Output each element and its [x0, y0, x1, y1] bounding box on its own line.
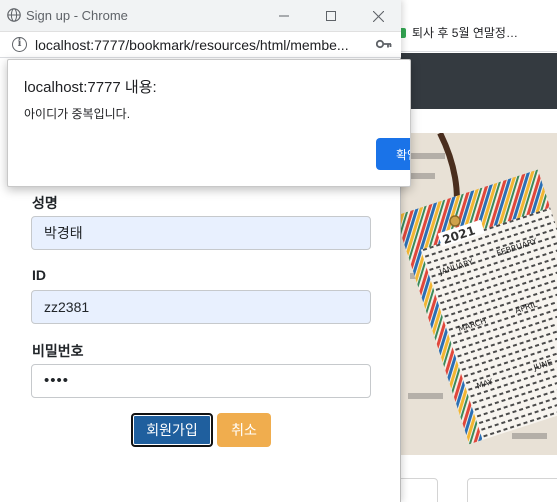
bookmarks-bar: 퇴사 후 5월 연말정…: [396, 14, 557, 52]
dialog-message: 아이디가 중복입니다.: [24, 107, 131, 121]
background-card: [467, 478, 557, 502]
password-label: 비밀번호: [32, 343, 84, 359]
dialog-title: localhost:7777 내용:: [24, 79, 157, 96]
maximize-button[interactable]: [308, 0, 354, 32]
calendar-photo: 2021 JANUARY FEBRUARY MARCH APRIL MAY JU…: [400, 133, 557, 455]
cancel-button[interactable]: 취소: [217, 413, 271, 447]
window-title: Sign up - Chrome: [26, 8, 128, 23]
window-titlebar: Sign up - Chrome: [0, 0, 401, 32]
password-field[interactable]: ••••: [31, 364, 371, 398]
minimize-icon: [279, 15, 289, 17]
background-navbar: [400, 53, 557, 109]
bookmark-item[interactable]: 퇴사 후 5월 연말정…: [396, 24, 518, 41]
name-label: 성명: [32, 195, 58, 211]
signup-button[interactable]: 회원가입: [131, 413, 213, 447]
dialog-ok-button[interactable]: 확인: [376, 138, 410, 170]
url-text[interactable]: localhost:7777/bookmark/resources/html/m…: [35, 37, 360, 53]
name-field[interactable]: 박경태: [31, 216, 371, 250]
id-label: ID: [32, 267, 46, 283]
calendar-photo-image: 2021 JANUARY FEBRUARY MARCH APRIL MAY JU…: [400, 133, 557, 455]
key-icon[interactable]: [376, 38, 392, 50]
address-bar[interactable]: i localhost:7777/bookmark/resources/html…: [0, 32, 401, 58]
globe-icon: [7, 8, 21, 22]
bookmark-label: 퇴사 후 5월 연말정…: [412, 26, 518, 40]
close-button[interactable]: [355, 0, 401, 32]
alert-dialog: localhost:7777 내용: 아이디가 중복입니다. 확인: [7, 59, 411, 187]
minimize-button[interactable]: [261, 0, 307, 32]
maximize-icon: [326, 11, 336, 21]
id-field[interactable]: zz2381: [31, 290, 371, 324]
close-icon: [372, 10, 384, 22]
info-icon[interactable]: i: [12, 37, 27, 52]
